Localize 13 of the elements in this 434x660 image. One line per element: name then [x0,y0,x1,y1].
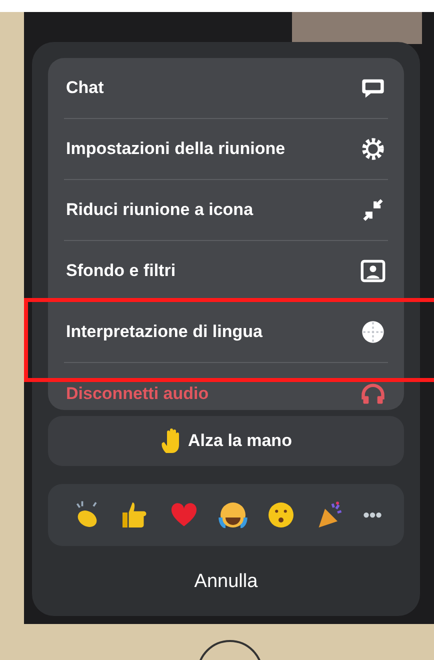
laughing-face-icon [218,500,248,530]
globe-icon [360,319,386,345]
cancel-button[interactable]: Annulla [186,568,266,596]
raise-hand-button[interactable]: Alza la mano [48,416,404,466]
menu-item[interactable]: Impostazioni della riunione [64,119,388,180]
more-reactions-button[interactable]: ••• [363,502,382,528]
portrait-frame-icon [360,258,386,284]
menu-item[interactable]: Sfondo e filtri [64,241,388,302]
menu-item[interactable]: Chat [64,58,388,119]
gear-icon [360,136,386,162]
headphones-icon [360,380,386,406]
menu-item[interactable]: Riduci riunione a icona [64,180,388,241]
surprised-face-icon [266,500,296,530]
